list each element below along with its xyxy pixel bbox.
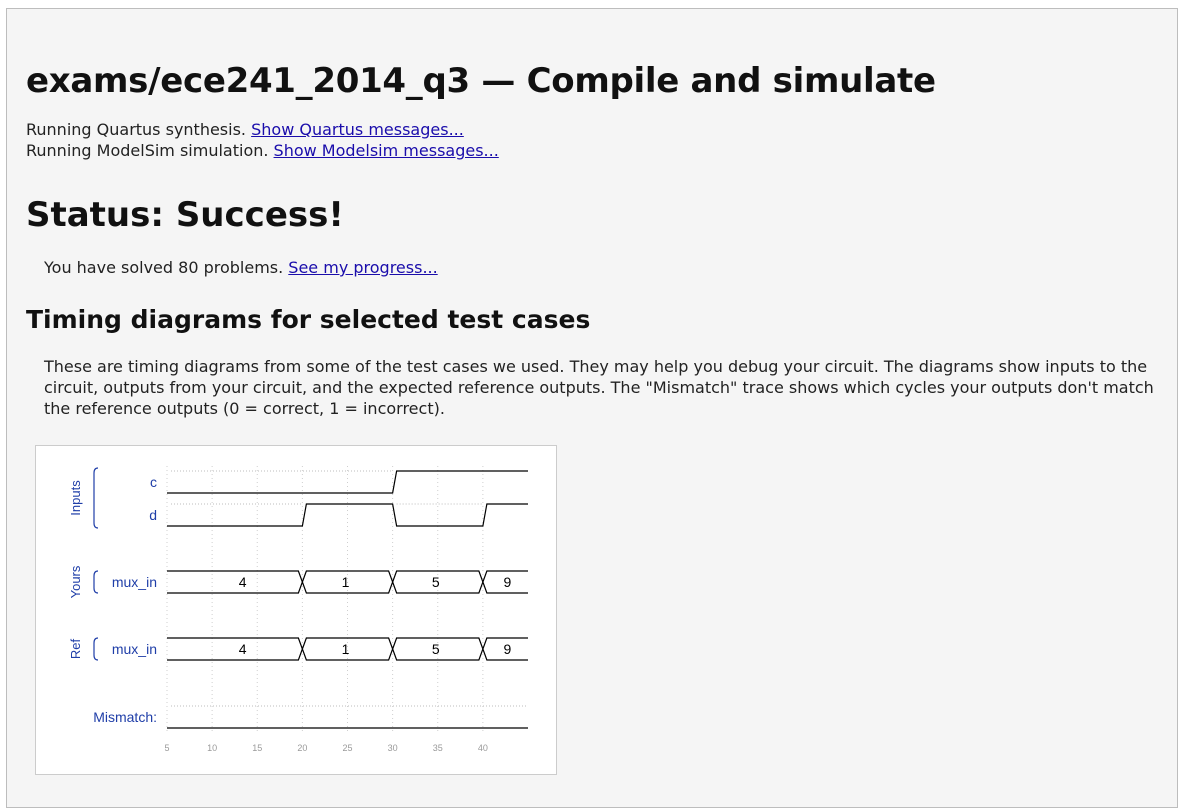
- bus-value-label: 5: [432, 641, 440, 657]
- time-tick-label: 5: [164, 743, 169, 753]
- group-label: Yours: [68, 565, 83, 598]
- status-heading: Status: Success!: [26, 195, 344, 235]
- quartus-log-line: Running Quartus synthesis. Show Quartus …: [26, 119, 499, 140]
- modelsim-log-text: Running ModelSim simulation.: [26, 141, 269, 160]
- bus-segment: [167, 570, 304, 594]
- signal-label-d: d: [149, 507, 157, 523]
- time-tick-label: 35: [433, 743, 443, 753]
- show-modelsim-messages-link[interactable]: Show Modelsim messages...: [274, 141, 499, 160]
- bus-segment: [167, 637, 304, 661]
- signal-label-mux-in-yours: mux_in: [112, 574, 157, 590]
- group-bracket: [93, 637, 99, 661]
- time-tick-label: 10: [207, 743, 217, 753]
- bus-value-label: 4: [239, 641, 247, 657]
- group-label: Inputs: [68, 480, 83, 516]
- group-bracket: [93, 467, 99, 529]
- quartus-log-text: Running Quartus synthesis.: [26, 120, 247, 139]
- bus-value-label: 9: [504, 641, 512, 657]
- time-tick-label: 40: [478, 743, 488, 753]
- group-bracket: [93, 570, 99, 594]
- timing-diagram-svg: 5 10 15 20 25 30 35 40InputsYoursRefcdmux_inmux…: [68, 466, 528, 753]
- see-my-progress-link[interactable]: See my progress...: [288, 258, 437, 277]
- signal-label-mux-in-ref: mux_in: [112, 641, 157, 657]
- time-tick-label: 30: [388, 743, 398, 753]
- modelsim-log-line: Running ModelSim simulation. Show Models…: [26, 140, 499, 161]
- page-title: exams/ece241_2014_q3 — Compile and simul…: [26, 61, 936, 101]
- show-quartus-messages-link[interactable]: Show Quartus messages...: [251, 120, 464, 139]
- time-tick-label: 25: [342, 743, 352, 753]
- time-tick-label: 20: [297, 743, 307, 753]
- timing-heading: Timing diagrams for selected test cases: [26, 305, 591, 334]
- timing-diagram: 5 10 15 20 25 30 35 40 Inputs Yours Ref c d mux_in mux…: [35, 445, 557, 775]
- bus-value-label: 9: [504, 574, 512, 590]
- timing-description: These are timing diagrams from some of t…: [44, 357, 1154, 418]
- bus-value-label: 1: [342, 574, 350, 590]
- signal-label-mismatch: Mismatch:: [93, 709, 157, 725]
- signal-label-c: c: [150, 474, 157, 490]
- compile-log: Running Quartus synthesis. Show Quartus …: [26, 119, 499, 161]
- bus-value-label: 5: [432, 574, 440, 590]
- bus-value-label: 4: [239, 574, 247, 590]
- bus-value-label: 1: [342, 641, 350, 657]
- group-label: Ref: [68, 638, 83, 659]
- time-tick-label: 15: [252, 743, 262, 753]
- solved-count: You have solved 80 problems. See my prog…: [44, 258, 438, 277]
- solved-text: You have solved 80 problems.: [44, 258, 284, 277]
- page-frame: exams/ece241_2014_q3 — Compile and simul…: [6, 8, 1178, 808]
